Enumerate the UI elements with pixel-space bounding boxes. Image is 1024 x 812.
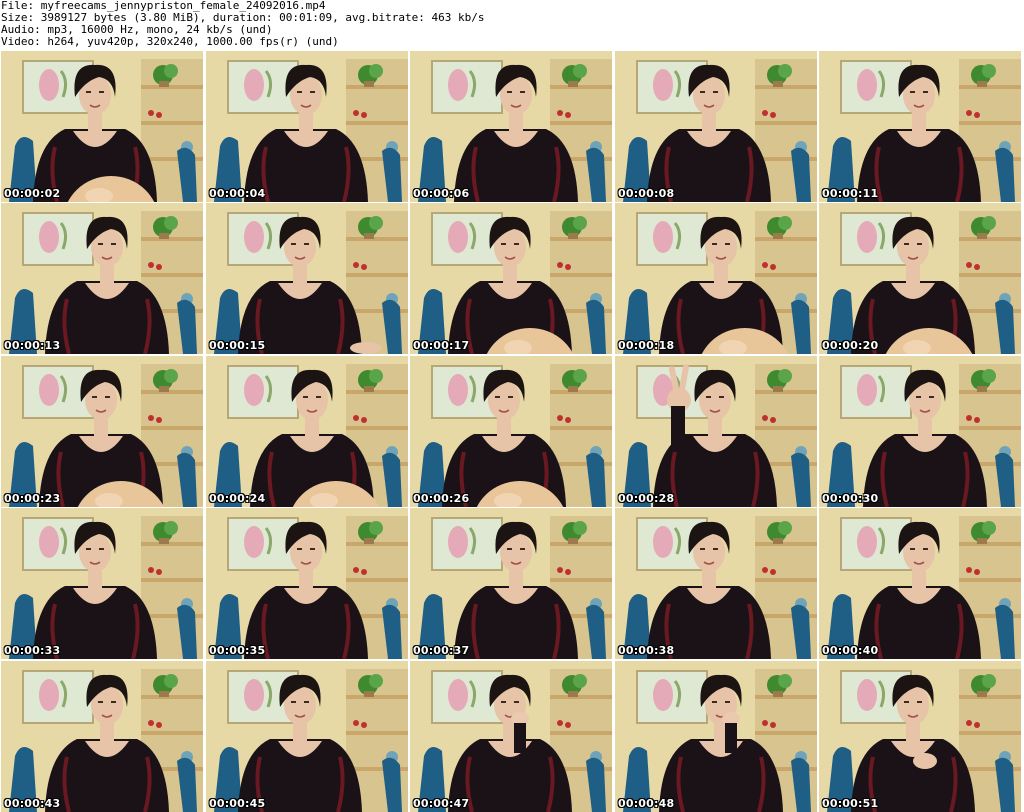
frame-timestamp: 00:00:11 xyxy=(822,187,879,200)
video-frame-thumbnail: 00:00:47 xyxy=(410,661,612,812)
frame-image xyxy=(819,51,1021,202)
frame-timestamp: 00:00:13 xyxy=(4,339,61,352)
frame-timestamp: 00:00:48 xyxy=(618,797,675,810)
frame-image xyxy=(615,203,817,354)
frame-image xyxy=(206,356,408,507)
frame-timestamp: 00:00:24 xyxy=(209,492,266,505)
frame-timestamp: 00:00:35 xyxy=(209,644,266,657)
frame-timestamp: 00:00:17 xyxy=(413,339,470,352)
frame-image xyxy=(1,356,203,507)
frame-image xyxy=(410,203,612,354)
frame-image xyxy=(206,51,408,202)
video-frame-thumbnail: 00:00:30 xyxy=(819,356,1021,507)
frame-timestamp: 00:00:06 xyxy=(413,187,470,200)
frame-timestamp: 00:00:43 xyxy=(4,797,61,810)
frame-image xyxy=(1,508,203,659)
video-frame-thumbnail: 00:00:51 xyxy=(819,661,1021,812)
frame-image xyxy=(1,661,203,812)
frame-timestamp: 00:00:45 xyxy=(209,797,266,810)
frame-timestamp: 00:00:20 xyxy=(822,339,879,352)
frame-timestamp: 00:00:30 xyxy=(822,492,879,505)
video-frame-thumbnail: 00:00:48 xyxy=(615,661,817,812)
frame-image xyxy=(615,51,817,202)
frame-timestamp: 00:00:47 xyxy=(413,797,470,810)
frame-timestamp: 00:00:15 xyxy=(209,339,266,352)
frame-timestamp: 00:00:02 xyxy=(4,187,61,200)
video-frame-thumbnail: 00:00:26 xyxy=(410,356,612,507)
frame-image xyxy=(206,508,408,659)
video-frame-thumbnail: 00:00:18 xyxy=(615,203,817,354)
video-frame-thumbnail: 00:00:17 xyxy=(410,203,612,354)
frame-image xyxy=(819,661,1021,812)
frame-timestamp: 00:00:38 xyxy=(618,644,675,657)
video-frame-thumbnail: 00:00:40 xyxy=(819,508,1021,659)
frame-image xyxy=(1,51,203,202)
video-frame-thumbnail: 00:00:20 xyxy=(819,203,1021,354)
frame-image xyxy=(1,203,203,354)
video-frame-thumbnail: 00:00:15 xyxy=(206,203,408,354)
video-frame-thumbnail: 00:00:08 xyxy=(615,51,817,202)
video-frame-thumbnail: 00:00:28 xyxy=(615,356,817,507)
frame-image xyxy=(819,356,1021,507)
frame-image xyxy=(615,661,817,812)
video-frame-thumbnail: 00:00:37 xyxy=(410,508,612,659)
frame-image xyxy=(206,661,408,812)
thumbnail-grid: 00:00:02 00:00:04 00:00:06 00:00:08 00:00:11… xyxy=(0,50,1024,812)
video-frame-thumbnail: 00:00:35 xyxy=(206,508,408,659)
frame-timestamp: 00:00:04 xyxy=(209,187,266,200)
video-frame-thumbnail: 00:00:06 xyxy=(410,51,612,202)
frame-timestamp: 00:00:37 xyxy=(413,644,470,657)
frame-image xyxy=(206,203,408,354)
frame-image xyxy=(410,51,612,202)
frame-timestamp: 00:00:33 xyxy=(4,644,61,657)
video-frame-thumbnail: 00:00:38 xyxy=(615,508,817,659)
video-frame-thumbnail: 00:00:24 xyxy=(206,356,408,507)
frame-timestamp: 00:00:40 xyxy=(822,644,879,657)
video-frame-thumbnail: 00:00:23 xyxy=(1,356,203,507)
frame-image xyxy=(410,508,612,659)
video-frame-thumbnail: 00:00:43 xyxy=(1,661,203,812)
frame-timestamp: 00:00:23 xyxy=(4,492,61,505)
file-info-header: File: myfreecams_jennypriston_female_240… xyxy=(0,0,1024,50)
video-frame-thumbnail: 00:00:33 xyxy=(1,508,203,659)
frame-image xyxy=(819,508,1021,659)
video-frame-thumbnail: 00:00:13 xyxy=(1,203,203,354)
frame-timestamp: 00:00:18 xyxy=(618,339,675,352)
frame-timestamp: 00:00:28 xyxy=(618,492,675,505)
frame-timestamp: 00:00:26 xyxy=(413,492,470,505)
frame-timestamp: 00:00:08 xyxy=(618,187,675,200)
frame-image xyxy=(615,508,817,659)
video-frame-thumbnail: 00:00:02 xyxy=(1,51,203,202)
video-frame-thumbnail: 00:00:04 xyxy=(206,51,408,202)
frame-image xyxy=(615,356,817,507)
frame-image xyxy=(410,356,612,507)
frame-timestamp: 00:00:51 xyxy=(822,797,879,810)
video-info-line: Video: h264, yuv420p, 320x240, 1000.00 f… xyxy=(1,35,339,48)
frame-image xyxy=(819,203,1021,354)
video-frame-thumbnail: 00:00:45 xyxy=(206,661,408,812)
video-frame-thumbnail: 00:00:11 xyxy=(819,51,1021,202)
frame-image xyxy=(410,661,612,812)
